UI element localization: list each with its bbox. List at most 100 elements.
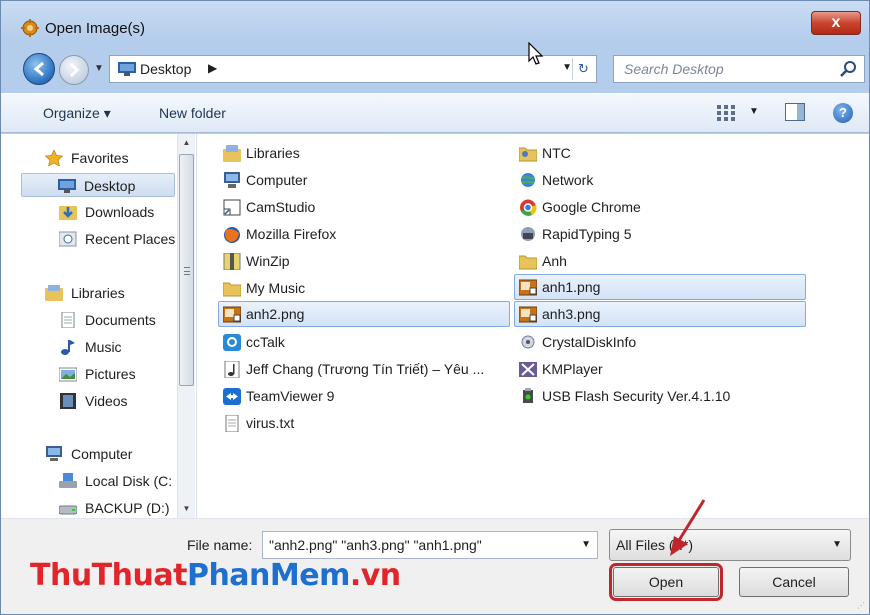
title-bar[interactable]: Open Image(s) x [1,1,869,41]
file-item-winzip[interactable]: WinZip [218,248,510,274]
address-dropdown-icon[interactable]: ▼ [562,62,572,73]
local-disk-icon [59,473,77,488]
file-item-computer[interactable]: Computer [218,167,510,193]
file-name-dropdown-icon[interactable]: ▼ [581,539,591,550]
file-name-input[interactable]: "anh2.png" "anh3.png" "anh1.png" ▼ [262,531,598,559]
organize-button[interactable]: Organize ▾ [43,105,111,122]
search-icon[interactable] [840,60,858,78]
crystaldiskinfo-icon [521,335,535,349]
nav-local-disk-c[interactable]: Local Disk (C: [59,469,175,493]
file-type-select[interactable]: All Files (*.*) ▼ [609,529,851,561]
open-image-dialog: Open Image(s) x ▼ Desktop ▶ ▼ ↻ Search D… [0,0,870,615]
pictures-icon [59,367,77,382]
file-list[interactable]: Libraries Computer CamStudio Mozilla Fir… [198,134,869,518]
chevron-right-icon[interactable]: ▶ [208,61,217,75]
recent-places-icon [59,231,77,247]
file-item-camstudio[interactable]: CamStudio [218,194,510,220]
nav-backup-d[interactable]: BACKUP (D:) [59,496,175,520]
open-button[interactable]: Open [609,563,723,601]
file-item-rapidtyping[interactable]: RapidTyping 5 [514,221,806,247]
close-icon: x [831,14,841,31]
file-item-kmplayer[interactable]: KMPlayer [514,356,806,382]
nav-scrollbar[interactable]: ▲ ▼ [177,134,195,518]
navigation-bar: ▼ Desktop ▶ ▼ ↻ Search Desktop [1,49,869,89]
preview-pane-icon[interactable] [785,103,805,121]
help-icon[interactable]: ? [833,103,853,123]
shortcut-icon [223,199,241,216]
text-file-icon [225,415,239,432]
file-item-teamviewer[interactable]: TeamViewer 9 [218,383,510,409]
image-file-icon [519,279,537,296]
folder-icon [223,282,241,297]
view-dropdown-icon[interactable]: ▼ [749,106,759,117]
address-location: Desktop [140,61,192,77]
computer-icon [224,172,240,188]
content-area: Favorites Desktop Downloads Recent Place… [1,134,869,518]
scroll-down-icon[interactable]: ▼ [178,500,195,518]
mouse-cursor-icon [528,42,544,65]
forward-button[interactable] [59,55,89,85]
new-folder-button[interactable]: New folder [159,105,226,121]
close-button[interactable]: x [811,11,861,35]
cctalk-icon [223,334,241,351]
back-button[interactable] [23,53,55,85]
firefox-icon [224,227,240,243]
search-input[interactable]: Search Desktop [613,55,865,83]
file-item-anh-folder[interactable]: Anh [514,248,806,274]
nav-computer[interactable]: Computer [45,442,175,466]
file-item-cctalk[interactable]: ccTalk [218,329,510,355]
scroll-up-icon[interactable]: ▲ [178,134,195,152]
file-item-libraries[interactable]: Libraries [218,140,510,166]
file-item-google-chrome[interactable]: Google Chrome [514,194,806,220]
chrome-icon [520,199,537,216]
annotation-arrow-icon [670,499,706,556]
resize-grip-icon[interactable]: ⋰ [857,601,865,610]
usb-security-icon [523,388,533,403]
file-item-network[interactable]: Network [514,167,806,193]
command-toolbar: Organize ▾ New folder ▼ ? [1,93,869,133]
file-item-anh2[interactable]: anh2.png [218,301,510,327]
address-bar[interactable]: Desktop ▶ ▼ ↻ [109,55,597,83]
file-item-ntc[interactable]: NTC [514,140,806,166]
nav-documents[interactable]: Documents [59,308,175,332]
kmplayer-icon [519,362,537,377]
nav-downloads[interactable]: Downloads [59,200,175,224]
navigation-pane[interactable]: Favorites Desktop Downloads Recent Place… [1,134,197,518]
nav-recent-places[interactable]: Recent Places [59,227,175,251]
file-item-virus-txt[interactable]: virus.txt [218,410,510,436]
history-dropdown-icon[interactable]: ▼ [94,63,104,74]
file-item-jeff-chang[interactable]: Jeff Chang (Trương Tín Triết) – Yêu ... [218,356,510,382]
nav-videos[interactable]: Videos [59,389,175,413]
audio-file-icon [224,361,240,378]
watermark-part1: ThuThuat [30,558,187,593]
videos-icon [60,393,76,409]
view-grid-icon[interactable] [715,102,737,124]
libraries-icon [45,285,63,301]
cancel-button[interactable]: Cancel [739,567,849,597]
back-arrow-icon [33,61,44,77]
nav-pictures[interactable]: Pictures [59,362,175,386]
nav-desktop[interactable]: Desktop [21,173,175,197]
nav-favorites[interactable]: Favorites [45,146,175,170]
nav-libraries[interactable]: Libraries [45,281,175,305]
window-title: Open Image(s) [45,20,146,37]
file-item-anh3[interactable]: anh3.png [514,301,806,327]
user-folder-icon [519,147,537,162]
gear-app-icon [21,19,39,37]
file-item-my-music[interactable]: My Music [218,275,510,301]
file-item-usb-flash-security[interactable]: USB Flash Security Ver.4.1.10 [514,383,806,409]
file-item-crystaldiskinfo[interactable]: CrystalDiskInfo [514,329,806,355]
winzip-icon [223,253,241,270]
file-item-firefox[interactable]: Mozilla Firefox [218,221,510,247]
network-icon [521,173,535,187]
file-type-dropdown-icon[interactable]: ▼ [832,539,842,550]
grip-icon [184,267,190,275]
nav-music[interactable]: Music [59,335,175,359]
teamviewer-icon [223,388,241,405]
file-item-anh1[interactable]: anh1.png [514,274,806,300]
computer-icon [46,446,62,461]
scroll-thumb[interactable] [179,154,194,386]
image-file-icon [519,306,537,323]
forward-arrow-icon [69,62,80,78]
refresh-icon[interactable]: ↻ [572,58,594,80]
